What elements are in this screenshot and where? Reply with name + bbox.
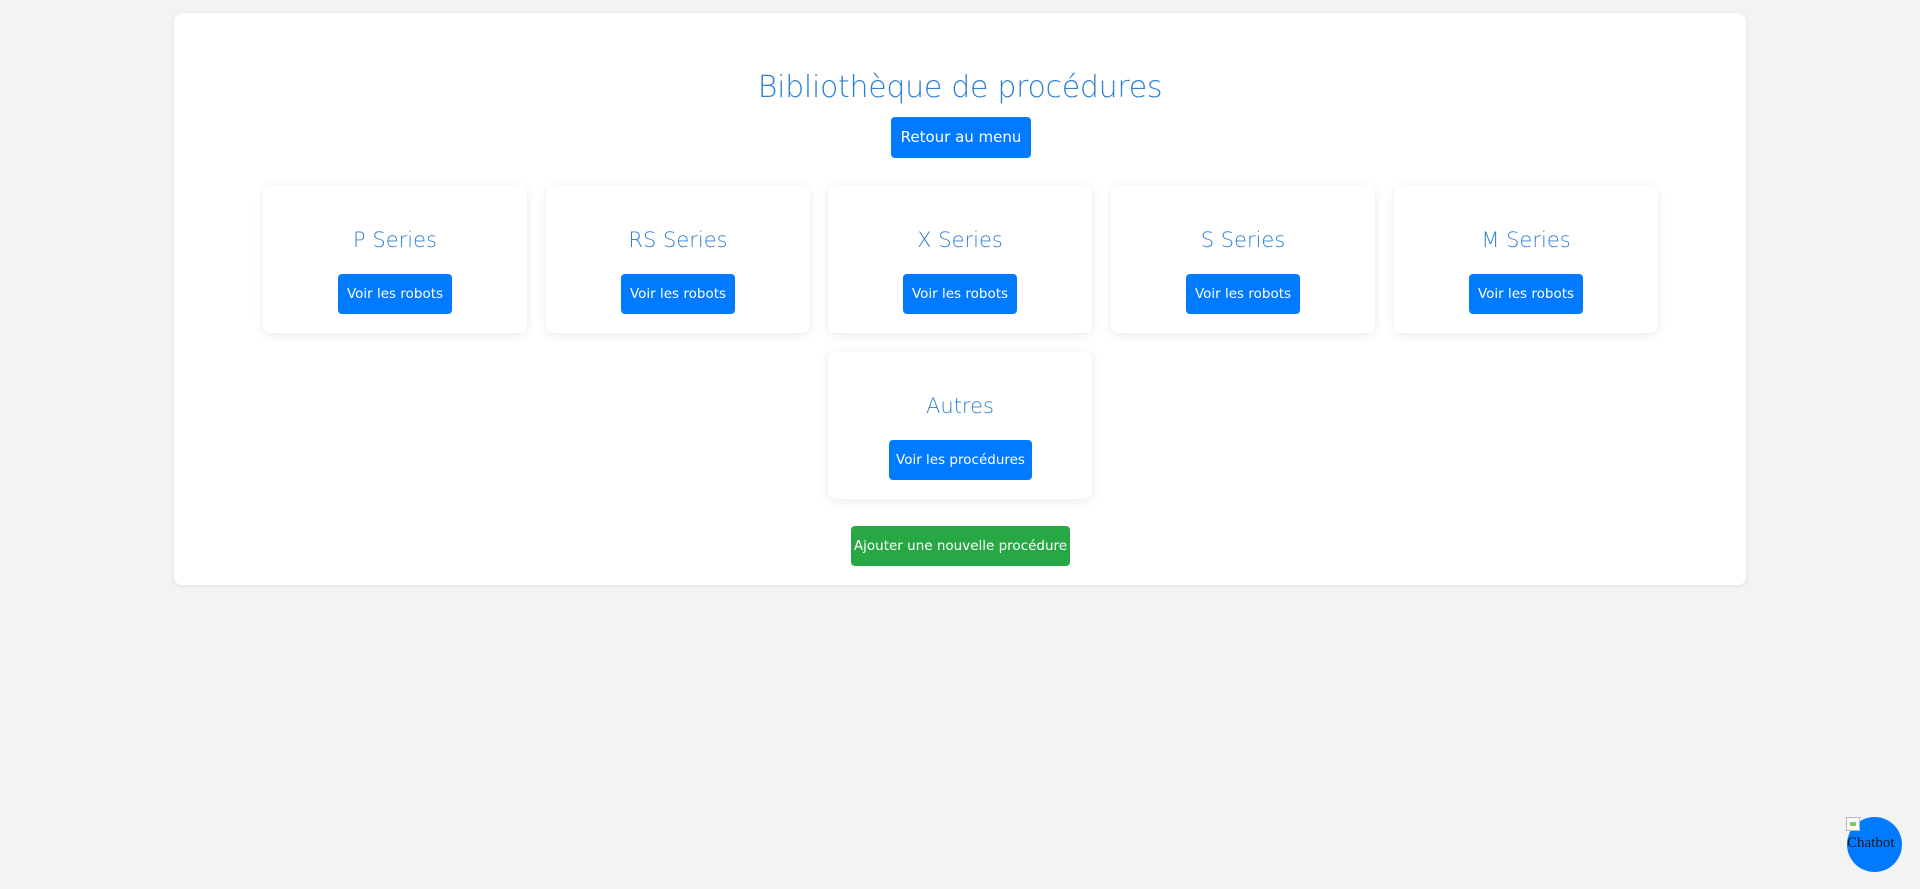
series-card-rs: RS Series Voir les robots (546, 185, 810, 333)
chatbot-icon (1846, 817, 1860, 831)
view-robots-button-m[interactable]: Voir les robots (1469, 274, 1583, 314)
view-robots-button-s[interactable]: Voir les robots (1186, 274, 1300, 314)
chatbot-button[interactable]: Chatbot (1846, 817, 1902, 872)
procedures-panel: Bibliothèque de procédures Retour au men… (174, 13, 1746, 585)
series-card-p: P Series Voir les robots (263, 185, 527, 333)
view-robots-button-x[interactable]: Voir les robots (903, 274, 1017, 314)
series-card-autres: Autres Voir les procédures (828, 351, 1092, 499)
view-robots-button-rs[interactable]: Voir les robots (621, 274, 735, 314)
card-title: Autres (926, 394, 994, 418)
series-card-x: X Series Voir les robots (828, 185, 1092, 333)
card-title: RS Series (628, 228, 728, 252)
series-card-s: S Series Voir les robots (1111, 185, 1375, 333)
view-procedures-button[interactable]: Voir les procédures (889, 440, 1032, 480)
page-title: Bibliothèque de procédures (757, 70, 1163, 105)
card-title: X Series (917, 228, 1003, 252)
back-to-menu-button[interactable]: Retour au menu (891, 117, 1031, 158)
view-robots-button-p[interactable]: Voir les robots (338, 274, 452, 314)
chatbot-alt-text: Chatbot (1847, 835, 1895, 851)
add-procedure-button[interactable]: Ajouter une nouvelle procédure (851, 526, 1070, 566)
card-title: S Series (1200, 228, 1286, 252)
card-title: M Series (1481, 228, 1571, 252)
card-title: P Series (353, 228, 437, 252)
series-card-m: M Series Voir les robots (1394, 185, 1658, 333)
